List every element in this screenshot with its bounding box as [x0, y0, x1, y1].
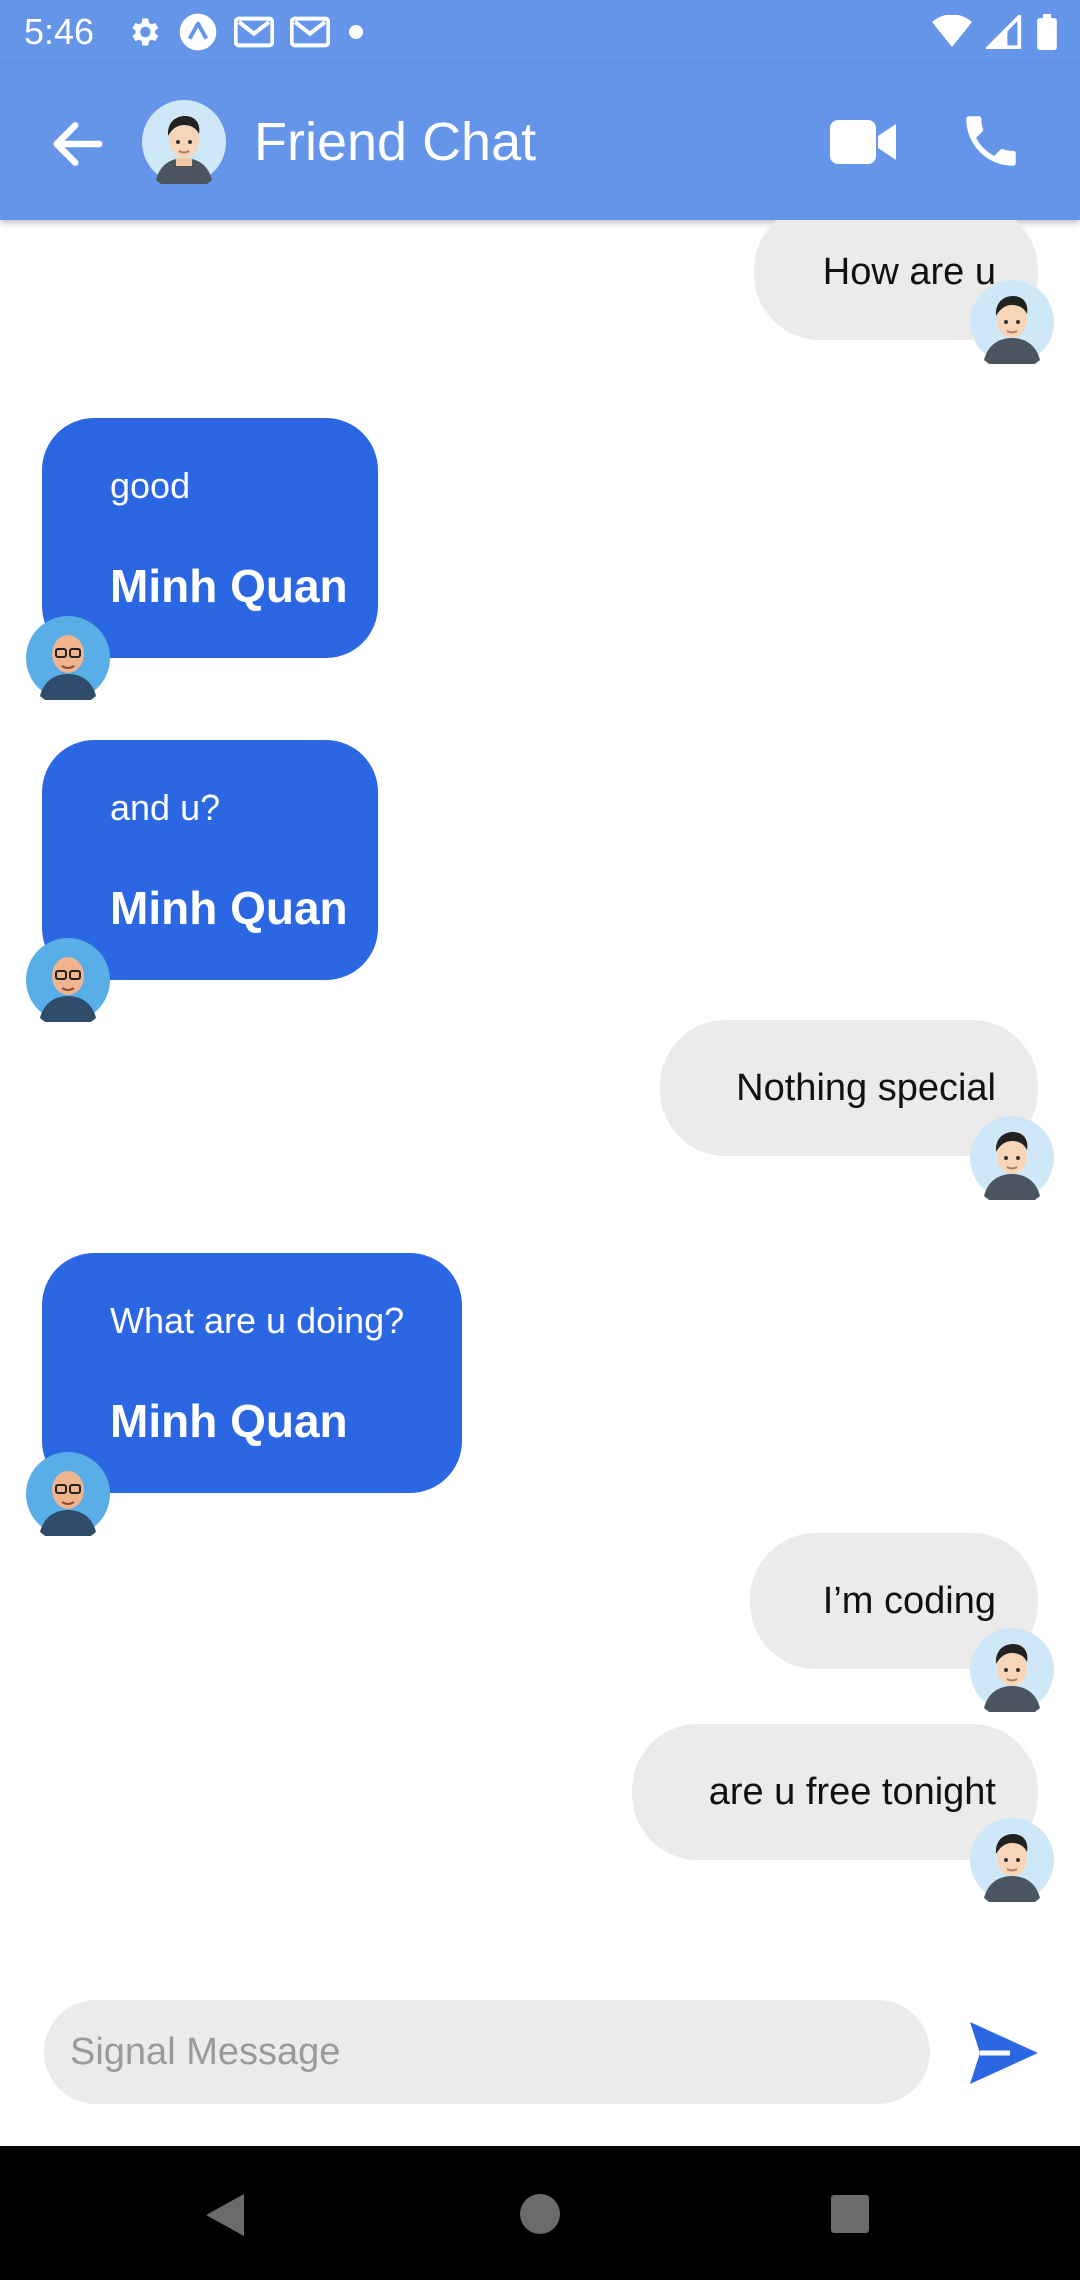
message-text: What are u doing? — [110, 1300, 405, 1341]
sender-name: Minh Quan — [110, 560, 348, 612]
phone-icon[interactable] — [958, 108, 1024, 174]
nav-back-icon[interactable] — [202, 2190, 250, 2240]
male-avatar-icon[interactable] — [142, 100, 226, 184]
message-composer — [0, 1980, 1080, 2146]
bald-avatar-icon — [26, 616, 110, 700]
message-text: are u free tonight — [708, 1771, 996, 1813]
male-avatar-icon — [970, 1818, 1054, 1902]
gmail-icon — [234, 16, 274, 48]
bald-avatar-icon — [26, 1452, 110, 1536]
app-bar: Friend Chat — [0, 64, 1080, 220]
message-text: and u? — [110, 787, 221, 828]
male-avatar-icon — [970, 1628, 1054, 1712]
message-input[interactable] — [44, 2000, 930, 2104]
gear-icon — [132, 18, 159, 46]
dot-icon — [349, 25, 363, 39]
message-text: Nothing special — [736, 1067, 996, 1109]
status-bar: 5:46 — [0, 0, 1080, 64]
status-time: 5:46 — [24, 11, 95, 52]
gmail-icon — [290, 16, 330, 48]
male-avatar-icon — [970, 280, 1054, 364]
notification-icons — [126, 10, 366, 54]
wifi-icon — [932, 15, 972, 47]
nav-home-icon[interactable] — [518, 2192, 562, 2236]
male-avatar-icon — [970, 1116, 1054, 1200]
send-icon[interactable] — [968, 2020, 1040, 2086]
system-icons — [932, 10, 1058, 54]
video-call-icon[interactable] — [828, 110, 898, 174]
message-list[interactable]: How are u good Minh Quan and u? Minh Qua… — [0, 220, 1080, 1980]
back-arrow-icon[interactable] — [46, 112, 110, 176]
battery-icon — [1037, 14, 1057, 50]
message-text: good — [110, 465, 191, 506]
nav-recent-apps-icon[interactable] — [830, 2194, 870, 2234]
system-navigation-bar — [0, 2146, 1080, 2280]
expo-icon — [179, 13, 217, 51]
chat-title: Friend Chat — [254, 112, 537, 172]
sender-name: Minh Quan — [110, 1395, 348, 1447]
sender-name: Minh Quan — [110, 882, 348, 934]
signal-icon — [986, 15, 1022, 49]
bald-avatar-icon — [26, 938, 110, 1022]
message-text: I’m coding — [822, 1580, 996, 1622]
